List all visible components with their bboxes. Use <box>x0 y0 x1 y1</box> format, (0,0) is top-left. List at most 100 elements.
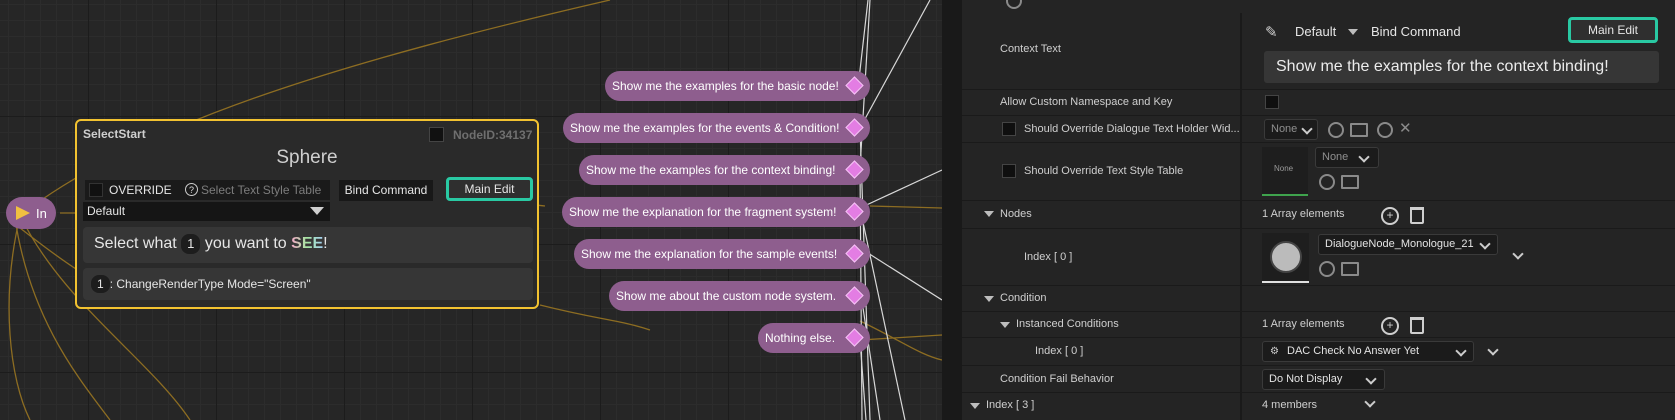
option-pin[interactable]: Show me the examples for the basic node! <box>605 71 870 101</box>
context-text-label: Context Text <box>1000 43 1061 55</box>
event-chip: 1 <box>91 275 110 293</box>
exec-diamond-icon[interactable] <box>845 118 864 137</box>
clear-icon[interactable]: ✕ <box>1399 119 1412 137</box>
browse-back-icon[interactable] <box>1328 122 1344 138</box>
browse-back-icon[interactable] <box>1319 174 1335 190</box>
override-label: OVERRIDE <box>109 183 172 197</box>
expand-arrow-icon[interactable] <box>984 296 994 302</box>
graph-canvas[interactable]: In SelectStart NodeID:34137 Sphere OVERR… <box>0 0 942 420</box>
property-fail-behavior: Condition Fail Behavior Do Not Display <box>962 366 1675 393</box>
node-header: SelectStart <box>83 127 146 141</box>
param-chip: 1 <box>181 234 201 254</box>
folder-icon[interactable] <box>1341 262 1359 276</box>
browse-back-icon[interactable] <box>1319 261 1335 277</box>
dialogue-text-middle: you want to <box>204 235 287 252</box>
index-3-label: Index [ 3 ] <box>986 399 1035 411</box>
exec-diamond-icon[interactable] <box>845 76 864 95</box>
option-pin[interactable]: Show me the explanation for the sample e… <box>574 239 870 269</box>
override-holder-combo[interactable]: None <box>1264 119 1318 140</box>
expand-chevron-icon[interactable] <box>1487 344 1499 356</box>
node-id-label: NodeID:34137 <box>453 128 533 142</box>
override-checkbox[interactable] <box>89 183 103 197</box>
option-pin[interactable]: Show me about the custom node system. <box>609 281 870 311</box>
trash-icon[interactable] <box>1410 317 1424 334</box>
text-style-select[interactable]: Select Text Style Table <box>201 183 321 197</box>
property-nodes-index-0: Index [ 0 ] DialogueNode_Monologue_21 <box>962 229 1675 286</box>
override-style-table-label: Should Override Text Style Table <box>1024 165 1184 177</box>
property-override-holder: Should Override Dialogue Text Holder Wid… <box>962 116 1675 143</box>
chevron-down-icon[interactable] <box>1364 396 1376 408</box>
option-pin[interactable]: Nothing else. <box>758 323 870 353</box>
allow-custom-namespace-label: Allow Custom Namespace and Key <box>1000 96 1173 108</box>
exec-diamond-icon[interactable] <box>845 286 864 305</box>
option-pin[interactable]: Show me the explanation for the fragment… <box>562 197 870 227</box>
exec-diamond-icon[interactable] <box>845 160 864 179</box>
expand-arrow-icon[interactable] <box>1000 322 1010 328</box>
override-holder-checkbox[interactable] <box>1002 122 1016 136</box>
main-edit-button[interactable]: Main Edit <box>1568 17 1658 43</box>
style-value[interactable]: Default <box>1295 24 1336 39</box>
node-id-checkbox[interactable] <box>429 127 444 142</box>
instanced-conditions-count: 1 Array elements <box>1262 318 1345 330</box>
option-label: Show me the examples for the events & Co… <box>570 121 840 135</box>
expand-chevron-icon[interactable] <box>1512 248 1524 260</box>
nodes-asset-value: DialogueNode_Monologue_21 <box>1325 238 1474 250</box>
help-icon[interactable]: ? <box>185 183 198 196</box>
asset-thumbnail[interactable]: None <box>1262 147 1308 196</box>
nodes-index-label: Index [ 0 ] <box>1024 251 1073 263</box>
fail-behavior-combo[interactable]: Do Not Display <box>1262 369 1385 390</box>
input-exec-pin[interactable]: In <box>6 197 56 229</box>
condition-class-value: DAC Check No Answer Yet <box>1287 345 1420 357</box>
node-asset-thumbnail[interactable] <box>1262 233 1309 283</box>
add-element-icon[interactable]: + <box>1381 317 1399 335</box>
dialogue-text-prefix: Select what <box>94 235 177 252</box>
allow-custom-namespace-checkbox[interactable] <box>1265 95 1279 109</box>
dialogue-text-row[interactable]: Select what 1 you want to SEE! <box>83 227 533 263</box>
override-style-table-checkbox[interactable] <box>1002 164 1016 178</box>
style-dropdown[interactable]: Default <box>83 202 330 221</box>
trash-icon[interactable] <box>1410 207 1424 224</box>
bind-command-button[interactable]: Bind Command <box>1371 24 1461 39</box>
dialogue-node-select-start[interactable]: SelectStart NodeID:34137 Sphere OVERRIDE… <box>75 119 539 309</box>
class-icon: ⚙ <box>1270 346 1279 357</box>
override-style-table-combo[interactable]: None <box>1315 147 1379 168</box>
key-icon[interactable]: ✎ <box>1265 23 1278 41</box>
details-panel: Context Text ✎ Default Bind Command Main… <box>962 0 1675 420</box>
event-text: 1: ChangeRenderType Mode="Screen" <box>91 275 311 293</box>
condition-index-label: Index [ 0 ] <box>1035 345 1084 357</box>
cube-icon <box>1270 241 1302 273</box>
exec-diamond-icon[interactable] <box>845 328 864 347</box>
nodes-asset-combo[interactable]: DialogueNode_Monologue_21 <box>1318 234 1498 255</box>
override-holder-value: None <box>1271 123 1298 135</box>
option-label: Nothing else. <box>765 331 836 345</box>
folder-icon[interactable] <box>1341 175 1359 189</box>
reset-icon[interactable] <box>1006 0 1022 9</box>
style-dropdown-arrow-icon[interactable] <box>1348 29 1358 35</box>
exec-diamond-icon[interactable] <box>845 244 864 263</box>
property-condition: Condition <box>962 286 1675 312</box>
option-pin[interactable]: Show me the examples for the context bin… <box>579 155 870 185</box>
chevron-down-icon <box>1365 373 1377 385</box>
chevron-down-icon <box>1301 123 1313 135</box>
event-command: : ChangeRenderType Mode="Screen" <box>109 277 311 291</box>
expand-arrow-icon[interactable] <box>970 403 980 409</box>
dropdown-arrow-icon <box>310 207 324 215</box>
expand-arrow-icon[interactable] <box>984 211 994 217</box>
option-label: Show me about the custom node system. <box>616 289 837 303</box>
add-element-icon[interactable]: + <box>1381 207 1399 225</box>
option-pin[interactable]: Show me the examples for the events & Co… <box>563 113 870 143</box>
context-text-field[interactable]: Show me the examples for the context bin… <box>1264 51 1659 83</box>
folder-icon[interactable] <box>1350 123 1368 137</box>
in-pin-label: In <box>36 205 47 221</box>
panel-splitter[interactable] <box>942 0 962 420</box>
dialogue-text-suffix: ! <box>323 235 328 252</box>
event-row[interactable]: 1: ChangeRenderType Mode="Screen" <box>83 268 533 300</box>
highlight-word: SEE <box>291 235 324 252</box>
property-condition-index-0: Index [ 0 ] ⚙ DAC Check No Answer Yet <box>962 338 1675 366</box>
bind-command-button[interactable]: Bind Command <box>339 180 433 201</box>
main-edit-button[interactable]: Main Edit <box>446 177 533 201</box>
add-icon[interactable] <box>1377 122 1393 138</box>
exec-diamond-icon[interactable] <box>845 202 864 221</box>
condition-class-combo[interactable]: ⚙ DAC Check No Answer Yet <box>1262 341 1474 362</box>
nodes-label: Nodes <box>1000 208 1032 220</box>
